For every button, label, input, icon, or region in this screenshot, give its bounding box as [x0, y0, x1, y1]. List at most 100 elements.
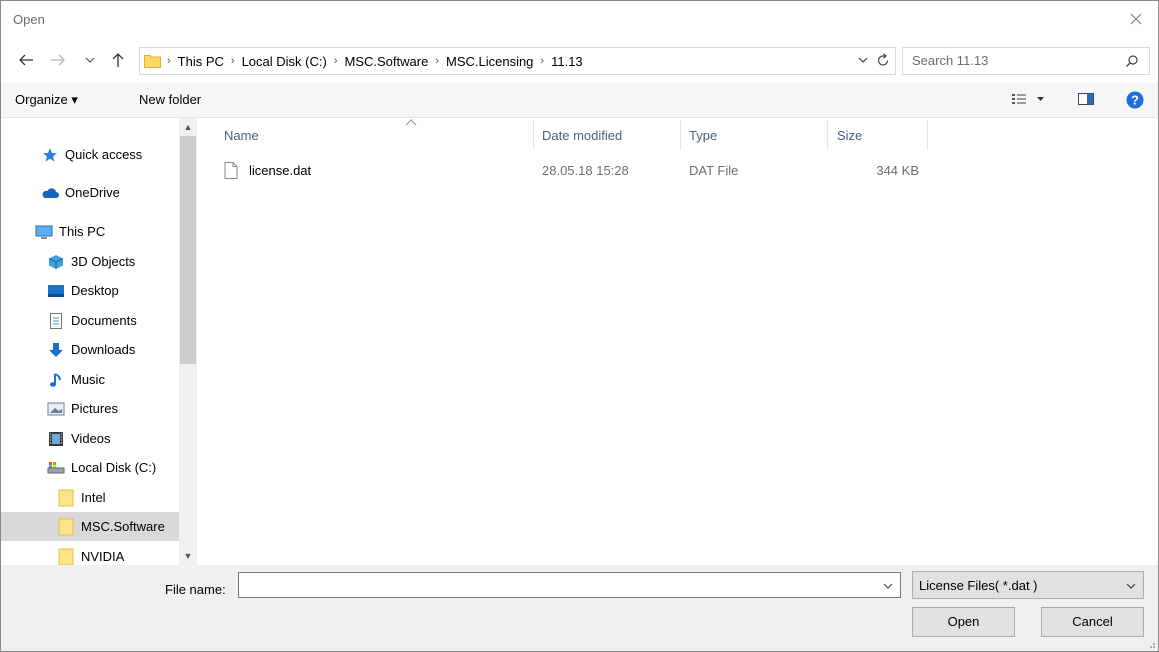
sidebar-item-label: Videos: [71, 431, 111, 446]
up-button[interactable]: [107, 50, 129, 70]
breadcrumb-separator-icon: ›: [540, 55, 545, 67]
help-icon: ?: [1126, 91, 1144, 109]
column-header-date[interactable]: Date modified: [542, 128, 622, 143]
new-folder-button[interactable]: New folder: [139, 92, 201, 107]
help-button[interactable]: ?: [1126, 91, 1144, 112]
scrollbar-thumb[interactable]: [180, 136, 196, 364]
breadcrumb-msc-licensing[interactable]: MSC.Licensing: [442, 54, 537, 69]
title-bar: Open: [1, 1, 1158, 39]
breadcrumb-this-pc[interactable]: This PC: [174, 54, 228, 69]
breadcrumb-separator-icon: ›: [230, 55, 235, 67]
chevron-down-icon: [85, 57, 95, 63]
open-dialog: Open › This PC › Local Disk (C:) › MSC.S…: [0, 0, 1159, 652]
sidebar-item-label: Local Disk (C:): [71, 460, 157, 475]
file-type-filter[interactable]: License Files( *.dat ): [912, 571, 1144, 599]
sidebar-item-quick-access[interactable]: Quick access: [1, 140, 198, 169]
file-size: 344 KB: [876, 163, 919, 178]
dialog-footer: File name: License Files( *.dat ) Open C…: [1, 565, 1158, 651]
resize-grip-icon[interactable]: [1146, 639, 1156, 649]
column-header-name[interactable]: Name: [224, 128, 259, 143]
navigation-pane: Quick access OneDrive This PC 3D Objects: [1, 118, 198, 565]
cancel-button[interactable]: Cancel: [1041, 607, 1144, 637]
refresh-icon: [877, 53, 889, 66]
sidebar-item-local-disk[interactable]: Local Disk (C:): [1, 453, 198, 482]
video-icon: [47, 431, 65, 447]
address-history-button[interactable]: [857, 53, 869, 70]
computer-icon: [35, 224, 53, 240]
file-date-modified: 28.05.18 15:28: [542, 163, 629, 178]
address-bar[interactable]: › This PC › Local Disk (C:) › MSC.Softwa…: [139, 47, 896, 75]
breadcrumb-11-13[interactable]: 11.13: [547, 54, 587, 69]
sidebar-item-pictures[interactable]: Pictures: [1, 394, 198, 423]
sidebar-item-desktop[interactable]: Desktop: [1, 276, 198, 305]
sidebar-item-intel[interactable]: Intel: [1, 483, 198, 512]
sidebar-item-label: Intel: [81, 490, 106, 505]
refresh-button[interactable]: [875, 52, 891, 71]
sidebar-item-label: Music: [71, 372, 105, 387]
sidebar-item-downloads[interactable]: Downloads: [1, 335, 198, 364]
breadcrumb: › This PC › Local Disk (C:) › MSC.Softwa…: [164, 48, 587, 74]
column-divider[interactable]: [927, 120, 928, 150]
sidebar-item-label: MSC.Software: [81, 519, 165, 534]
desktop-icon: [47, 283, 65, 299]
sidebar-item-label: 3D Objects: [71, 254, 136, 269]
sidebar-item-music[interactable]: Music: [1, 365, 198, 394]
file-name-label: File name:: [165, 582, 226, 597]
breadcrumb-msc-software[interactable]: MSC.Software: [341, 54, 433, 69]
breadcrumb-local-disk[interactable]: Local Disk (C:): [238, 54, 331, 69]
search-input[interactable]: Search 11.13: [902, 47, 1150, 75]
sidebar-item-documents[interactable]: Documents: [1, 306, 198, 335]
sidebar-item-this-pc[interactable]: This PC: [1, 217, 198, 246]
file-type-filter-value: License Files( *.dat ): [919, 578, 1038, 593]
column-header-type[interactable]: Type: [689, 128, 717, 143]
breadcrumb-separator-icon: ›: [435, 55, 439, 67]
download-icon: [47, 342, 65, 358]
file-list: Name Date modified Type Size license.dat…: [201, 118, 1158, 565]
chevron-down-icon[interactable]: [882, 579, 894, 593]
sidebar-item-3d-objects[interactable]: 3D Objects: [1, 247, 198, 276]
file-name-input[interactable]: [238, 572, 901, 598]
navigation-row: › This PC › Local Disk (C:) › MSC.Softwa…: [1, 39, 1158, 81]
sidebar-item-onedrive[interactable]: OneDrive: [1, 178, 198, 207]
column-divider[interactable]: [827, 120, 828, 150]
chevron-down-icon: [858, 57, 868, 63]
preview-pane-button[interactable]: [1077, 91, 1095, 110]
sidebar-item-label: OneDrive: [65, 185, 120, 200]
sidebar-item-label: Quick access: [65, 147, 143, 162]
folder-icon: [57, 548, 75, 565]
scroll-down-icon[interactable]: ▼: [179, 547, 197, 565]
chevron-down-icon: [1126, 583, 1136, 589]
organize-button[interactable]: Organize ▾: [15, 92, 78, 108]
column-divider[interactable]: [680, 120, 681, 150]
sidebar-item-msc-software[interactable]: MSC.Software: [1, 512, 179, 541]
recent-locations-button[interactable]: [83, 50, 97, 70]
close-icon: [1130, 13, 1142, 25]
sidebar-item-videos[interactable]: Videos: [1, 424, 198, 453]
sidebar-item-label: Pictures: [71, 401, 118, 416]
column-divider[interactable]: [533, 120, 534, 150]
back-button[interactable]: [15, 50, 37, 70]
sidebar-item-label: This PC: [59, 224, 106, 239]
file-type: DAT File: [689, 163, 739, 178]
pictures-icon: [47, 401, 65, 417]
music-icon: [47, 372, 65, 388]
table-row[interactable]: license.dat 28.05.18 15:28 DAT File 344 …: [221, 156, 941, 186]
file-name: license.dat: [249, 163, 312, 178]
open-button[interactable]: Open: [912, 607, 1015, 637]
arrow-right-icon: [51, 54, 65, 66]
sidebar-item-label: Desktop: [71, 283, 119, 298]
folder-icon: [57, 518, 75, 535]
disk-icon: [47, 460, 65, 476]
preview-pane-icon: [1078, 93, 1094, 105]
breadcrumb-separator-icon: ›: [167, 55, 171, 67]
cloud-icon: [41, 185, 59, 201]
column-header-size[interactable]: Size: [837, 128, 862, 143]
search-icon: [1126, 55, 1138, 67]
close-button[interactable]: [1122, 7, 1150, 31]
sidebar-item-label: Documents: [71, 313, 137, 328]
forward-button[interactable]: [47, 50, 69, 70]
navigation-scrollbar[interactable]: ▲ ▼: [179, 118, 197, 565]
change-view-button[interactable]: [1011, 91, 1047, 110]
sidebar-item-nvidia[interactable]: NVIDIA: [1, 542, 198, 565]
scroll-up-icon[interactable]: ▲: [179, 118, 197, 136]
